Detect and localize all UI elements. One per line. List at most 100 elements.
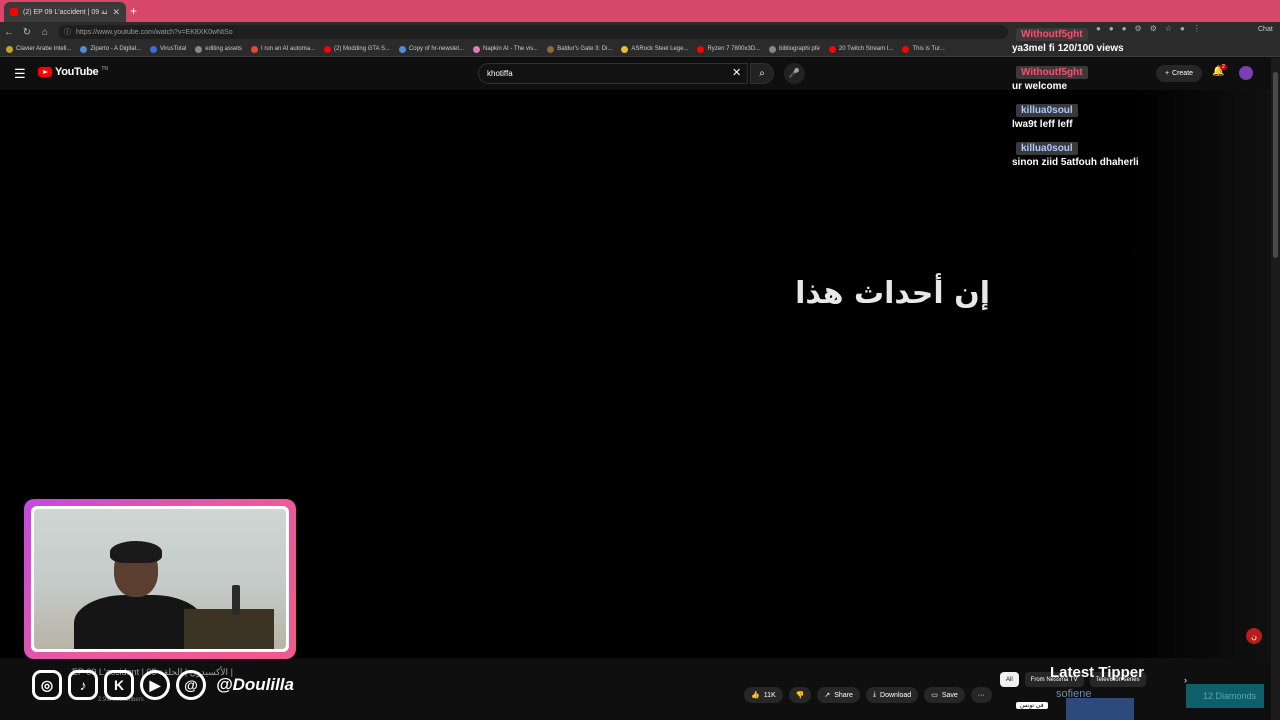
bookmark-label: (2) Modding GTA S... — [334, 46, 390, 52]
bookmark-favicon-icon — [324, 45, 332, 53]
home-icon[interactable]: ⌂ — [36, 27, 54, 38]
bookmark-item[interactable]: (2) Modding GTA S... — [324, 45, 390, 53]
youtube-play-icon — [38, 67, 52, 77]
bookmark-favicon-icon — [547, 45, 555, 53]
bookmark-label: I run an AI automa... — [261, 46, 316, 52]
bookmark-item[interactable]: VirusTotal — [150, 45, 187, 53]
bookmark-item[interactable]: bibliographi pfe — [769, 45, 820, 53]
youtube-favicon-icon — [10, 8, 18, 16]
threads-icon: @ — [176, 670, 206, 700]
youtube-icon: ▶ — [140, 670, 170, 700]
tab-title: (2) EP 09 L'accident | الأكسيدون | الحلق… — [23, 9, 107, 16]
tipper-banner-image — [1066, 698, 1134, 720]
bookmark-label: ASRock Steel Lege... — [631, 46, 689, 52]
voice-search-button[interactable]: 🎤 — [784, 63, 805, 84]
tipper-amount: 12 Diamonds — [1186, 684, 1264, 708]
bookmark-label: Copy of hr-newslet... — [408, 46, 464, 52]
youtube-logo-text: YouTube — [55, 66, 99, 78]
tipper-name: sofiene — [1056, 688, 1092, 700]
chat-message: Withoutf5ght ur welcome — [1010, 62, 1270, 92]
webcam-frame — [24, 499, 296, 659]
bookmark-item[interactable]: editing assets — [195, 45, 242, 53]
bookmark-item[interactable]: Clavier Arabe Intell... — [6, 45, 71, 53]
download-label: Download — [880, 691, 912, 699]
site-info-icon[interactable]: ⓘ — [64, 27, 71, 37]
dislike-button[interactable]: 👎 — [788, 687, 812, 703]
chat-message: killua0soul sinon ziid 5atfouh dhaherli — [1010, 138, 1270, 168]
search-icon: ⌕ — [759, 68, 765, 79]
back-icon[interactable]: ← — [0, 27, 18, 38]
chat-text: ur welcome — [1012, 81, 1068, 92]
reload-icon[interactable]: ↻ — [18, 27, 36, 38]
browser-tab-strip — [0, 0, 1280, 22]
filter-chip[interactable]: All — [1000, 672, 1019, 687]
social-handle: @Doulilla — [216, 675, 294, 694]
bookmark-favicon-icon — [902, 45, 910, 53]
bookmark-item[interactable]: 20 Twitch Stream I... — [828, 45, 894, 53]
more-actions-button[interactable]: ··· — [970, 687, 992, 703]
bookmark-favicon-icon — [697, 45, 705, 53]
desk-items — [184, 609, 274, 649]
download-button[interactable]: ⤓ Download — [865, 687, 919, 703]
bookmark-item[interactable]: I run an AI automa... — [251, 45, 316, 53]
share-label: Share — [834, 691, 853, 699]
chat-username: killua0soul — [1016, 104, 1078, 117]
tiktok-icon: ♪ — [68, 670, 98, 700]
bookmark-label: VirusTotal — [160, 46, 187, 52]
chat-text: sinon ziid 5atfouh dhaherli — [1012, 157, 1139, 168]
share-button[interactable]: ↗ Share — [817, 687, 860, 703]
search-input[interactable]: khotiffa — [478, 63, 748, 84]
bookmark-item[interactable]: Ziperto - A Digital... — [80, 45, 141, 53]
chat-username: Withoutf5ght — [1016, 66, 1088, 79]
bookmark-item[interactable]: This is Tur... — [902, 45, 945, 53]
stream-chat-overlay: Withoutf5ght ya3mel fi 120/100 views Witho… — [1010, 24, 1270, 176]
search-button[interactable]: ⌕ — [750, 63, 774, 84]
thumbs-down-icon: 👎 — [795, 692, 805, 699]
thumbs-up-icon: 👍 — [751, 692, 760, 699]
bookmark-label: Napkin AI - The vis... — [483, 46, 539, 52]
bookmark-label: This is Tur... — [912, 46, 945, 52]
like-count: 11K — [763, 691, 776, 699]
bookmark-label: Baldur's Gate 3: Di... — [557, 46, 613, 52]
bookmark-favicon-icon — [828, 45, 836, 53]
bookmark-item[interactable]: Baldur's Gate 3: Di... — [547, 45, 613, 53]
bookmark-favicon-icon — [769, 45, 777, 53]
chat-username: Withoutf5ght — [1016, 28, 1088, 41]
bookmark-favicon-icon — [6, 45, 13, 53]
download-icon: ⤓ — [872, 691, 877, 698]
bookmark-label: Ryzen 7 7800x3D... — [707, 46, 761, 52]
bookmark-item[interactable]: ASRock Steel Lege... — [621, 45, 689, 53]
bookmark-favicon-icon — [398, 45, 406, 53]
video-subtitle: إن أحداث هذا — [795, 276, 990, 311]
browser-tab[interactable]: (2) EP 09 L'accident | الأكسيدون | الحلق… — [4, 2, 126, 22]
bookmark-favicon-icon — [80, 45, 88, 53]
new-tab-button[interactable]: + — [130, 4, 137, 18]
bookmark-favicon-icon — [195, 45, 203, 53]
bookmark-icon: ▭ — [931, 692, 938, 699]
bookmark-favicon-icon — [251, 45, 258, 53]
bookmark-item[interactable]: Napkin AI - The vis... — [473, 45, 539, 53]
bookmark-favicon-icon — [473, 45, 480, 53]
bookmark-label: 20 Twitch Stream I... — [838, 46, 894, 52]
youtube-logo[interactable]: YouTube TN — [38, 66, 108, 78]
clear-search-icon[interactable]: ✕ — [732, 66, 741, 79]
microphone-icon: 🎤 — [788, 68, 801, 78]
scrollbar-thumb[interactable] — [1273, 72, 1278, 258]
bookmark-item[interactable]: Ryzen 7 7800x3D... — [697, 45, 761, 53]
hamburger-menu-icon[interactable]: ☰ — [14, 66, 26, 82]
bookmark-item[interactable]: Copy of hr-newslet... — [398, 45, 464, 53]
instagram-icon: ◎ — [32, 670, 62, 700]
latest-tipper-title: Latest Tipper — [1050, 664, 1144, 681]
streamer-headphones — [110, 541, 162, 563]
bookmark-label: editing assets — [205, 46, 242, 52]
bookmark-favicon-icon — [150, 45, 158, 53]
bottle — [232, 585, 240, 615]
address-bar[interactable]: ⓘ https://www.youtube.com/watch?v=EK8XK0… — [58, 25, 1008, 39]
channel-watermark-icon[interactable]: ن — [1246, 628, 1262, 644]
save-button[interactable]: ▭ Save — [924, 687, 965, 703]
chat-message: Withoutf5ght ya3mel fi 120/100 views — [1010, 24, 1270, 54]
chat-message: killua0soul lwa9t leff leff — [1010, 100, 1270, 130]
close-tab-icon[interactable]: ✕ — [112, 7, 120, 18]
like-button[interactable]: 👍 11K — [744, 687, 783, 703]
chat-text: lwa9t leff leff — [1012, 119, 1073, 130]
